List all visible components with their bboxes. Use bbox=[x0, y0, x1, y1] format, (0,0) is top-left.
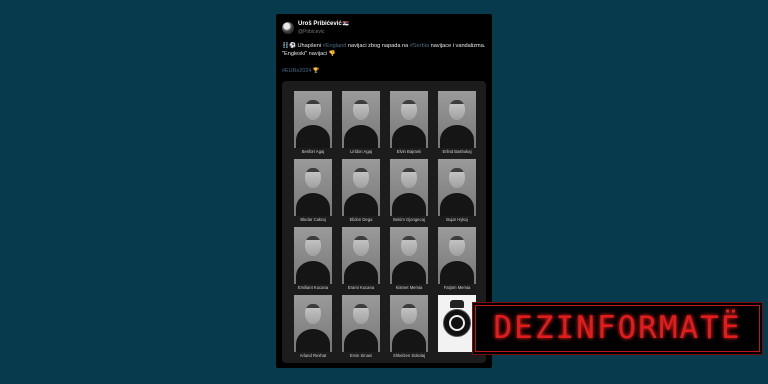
mugshot-grid: Besfort Agaj Lirldon Agaj Elvin Bajrami Erl… bbox=[290, 89, 480, 361]
mugshot-photo bbox=[438, 159, 476, 216]
mugshot-name: Elidon Dega bbox=[349, 217, 373, 222]
mugshot-card: Shkelzen Sokolaj bbox=[386, 293, 432, 361]
mugshot-name: Arland Rexhat bbox=[299, 353, 327, 358]
user-handle[interactable]: @Pribicevic bbox=[298, 28, 349, 36]
tweet-media-image[interactable]: Besfort Agaj Lirldon Agaj Elvin Bajrami Erl… bbox=[282, 81, 486, 363]
crown-icon bbox=[450, 300, 464, 308]
mugshot-card: Elidon Dega bbox=[338, 157, 384, 225]
tweet-header: Uroš Pribićević🇷🇸 @Pribicevic bbox=[282, 20, 349, 36]
mugshot-name: Erami Kucana bbox=[347, 285, 375, 290]
mugshot-card: Lirldon Agaj bbox=[338, 89, 384, 157]
mugshot-photo bbox=[390, 227, 428, 284]
hashtag-line: #EURo2024 🏆 bbox=[282, 68, 320, 74]
mugshot-photo bbox=[438, 227, 476, 284]
mugshot-card: Bekim Gjongecaj bbox=[386, 157, 432, 225]
mugshot-name: Emiliant Kucana bbox=[297, 285, 329, 290]
mugshot-photo bbox=[342, 295, 380, 352]
hashtag-link[interactable]: #EURo2024 bbox=[282, 68, 311, 74]
hashtag-link[interactable]: #England bbox=[323, 43, 347, 49]
chain-ball-emoji: ⛓️⚽ bbox=[282, 43, 296, 49]
mugshot-name: Bekim Gjongecaj bbox=[393, 217, 425, 222]
mugshot-name: Kismet Memia bbox=[395, 285, 423, 290]
trophy-emoji: 🏆 bbox=[312, 68, 320, 74]
mugshot-card: Bujar Hykaj bbox=[434, 157, 480, 225]
mugshot-photo bbox=[342, 159, 380, 216]
mugshot-photo bbox=[294, 91, 332, 148]
flag-icon: 🇷🇸 bbox=[342, 21, 349, 27]
mugshot-card: Ervin Sinani bbox=[338, 293, 384, 361]
police-badge-icon bbox=[443, 309, 471, 337]
mugshot-card: Erlind Bashukaj bbox=[434, 89, 480, 157]
mugshot-card: Erami Kucana bbox=[338, 225, 384, 293]
tweet-card: Uroš Pribićević🇷🇸 @Pribicevic ⛓️⚽ Uhapše… bbox=[276, 14, 492, 368]
mugshot-photo bbox=[294, 159, 332, 216]
mugshot-name: Lirldon Agaj bbox=[350, 149, 372, 154]
mugshot-photo bbox=[342, 91, 380, 148]
police-crest-logo bbox=[438, 295, 476, 352]
mugshot-card: Fatjom Memia bbox=[434, 225, 480, 293]
mugshot-card: Arland Rexhat bbox=[290, 293, 336, 361]
tweet-text: ⛓️⚽ Uhapšeni #England navijaci zbog napa… bbox=[282, 43, 486, 57]
mugshot-photo bbox=[294, 295, 332, 352]
mugshot-card: Emiliant Kucana bbox=[290, 225, 336, 293]
mugshot-photo bbox=[294, 227, 332, 284]
mugshot-name: Fatjom Memia bbox=[443, 285, 471, 290]
avatar[interactable] bbox=[282, 22, 294, 34]
mugshot-name: Elvin Bajrami bbox=[396, 149, 422, 154]
mugshot-name: Bledar Cakraj bbox=[300, 217, 326, 222]
disinformation-stamp: DEZINFORMATË bbox=[472, 302, 763, 355]
mugshot-name: Erlind Bashukaj bbox=[442, 149, 472, 154]
mugshot-name: Ervin Sinani bbox=[349, 353, 373, 358]
mugshot-photo bbox=[438, 91, 476, 148]
mugshot-card: Besfort Agaj bbox=[290, 89, 336, 157]
thumbs-down-emoji: 👎 bbox=[328, 51, 336, 57]
hashtag-link[interactable]: #Serbia bbox=[410, 43, 429, 49]
mugshot-name: Besfort Agaj bbox=[301, 149, 325, 154]
mugshot-photo bbox=[390, 91, 428, 148]
mugshot-card: Bledar Cakraj bbox=[290, 157, 336, 225]
mugshot-name: Shkelzen Sokolaj bbox=[392, 353, 426, 358]
mugshot-card: Kismet Memia bbox=[386, 225, 432, 293]
mugshot-photo bbox=[390, 159, 428, 216]
stamp-label: DEZINFORMATË bbox=[493, 310, 742, 346]
mugshot-photo bbox=[342, 227, 380, 284]
display-name[interactable]: Uroš Pribićević🇷🇸 bbox=[298, 20, 349, 28]
mugshot-name: Bujar Hykaj bbox=[446, 217, 468, 222]
mugshot-card: Elvin Bajrami bbox=[386, 89, 432, 157]
mugshot-photo bbox=[390, 295, 428, 352]
